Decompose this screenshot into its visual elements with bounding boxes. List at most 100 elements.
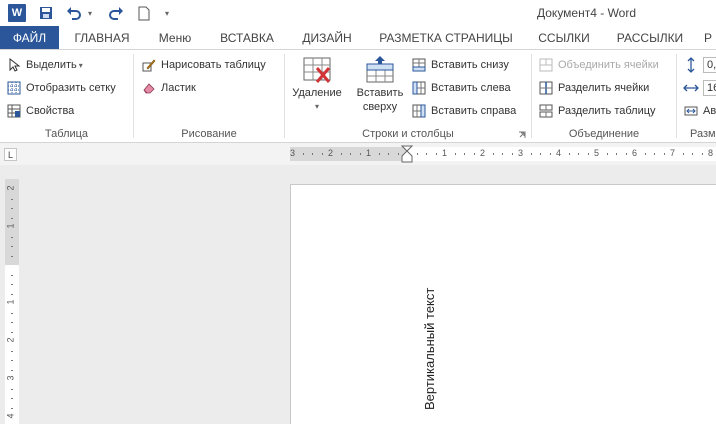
ruler-tick (474, 153, 475, 155)
delete-dropdown-icon: ▾ (314, 102, 319, 111)
tab-references[interactable]: ССЫЛКИ (530, 26, 598, 49)
redo-icon[interactable] (106, 3, 126, 23)
insert-right-button[interactable]: Вставить справа (411, 101, 516, 121)
tab-insert[interactable]: ВСТАВКА (212, 26, 282, 49)
ruler-tick (11, 389, 13, 390)
delete-button[interactable]: Удаление ▾ (289, 54, 345, 114)
group-separator (676, 54, 677, 138)
ruler-bar: L 3 2 1 1 2 3 4 5 6 7 8 (0, 143, 716, 165)
tab-mailings[interactable]: РАССЫЛКИ (608, 26, 692, 49)
cell-height-field[interactable]: 0, (683, 55, 716, 75)
tab-menu[interactable]: Меню (148, 26, 202, 49)
merge-cells-button[interactable]: Объединить ячейки (538, 55, 659, 75)
cell-width-field[interactable]: 16 (683, 78, 716, 98)
ribbon-tabs: ФАЙЛ ГЛАВНАЯ Меню ВСТАВКА ДИЗАЙН РАЗМЕТК… (0, 26, 716, 49)
draw-table-label: Нарисовать таблицу (161, 59, 266, 71)
ruler-tick (578, 153, 579, 155)
autofit-label: Ав (703, 105, 716, 117)
ruler-tick (341, 153, 342, 155)
cell-width-value[interactable]: 16 (703, 80, 716, 96)
ruler-tick (493, 153, 494, 155)
tab-file[interactable]: ФАЙЛ (0, 26, 59, 49)
ruler-tick (683, 153, 684, 155)
view-gridlines-label: Отобразить сетку (26, 82, 116, 94)
ruler-number: 2 (480, 148, 486, 158)
insert-below-button[interactable]: Вставить снизу (411, 55, 509, 75)
properties-button[interactable]: Свойства (6, 101, 74, 121)
title-bar: W ▾ ▾ Документ4 - Word (0, 0, 716, 26)
draw-table-button[interactable]: Нарисовать таблицу (141, 55, 266, 75)
ruler-tick (11, 246, 13, 247)
word-logo-icon: W (8, 4, 26, 22)
ruler-tick (303, 153, 304, 155)
ruler-tick (607, 153, 608, 155)
ruler-tick (455, 153, 456, 155)
split-cells-icon (538, 80, 554, 96)
customize-qat-icon[interactable]: ▾ (160, 3, 174, 23)
insert-row-above-icon (364, 54, 396, 86)
horizontal-ruler[interactable]: 3 2 1 1 2 3 4 5 6 7 8 (290, 145, 716, 163)
ruler-tick (11, 408, 13, 409)
insert-left-button[interactable]: Вставить слева (411, 78, 511, 98)
group-separator (284, 54, 285, 138)
insert-below-label: Вставить снизу (431, 59, 509, 71)
select-button[interactable]: Выделить ▾ (6, 55, 83, 75)
eraser-button[interactable]: Ластик (141, 78, 196, 98)
document-page[interactable] (290, 184, 716, 424)
ruler-tick (11, 313, 13, 314)
insert-column-left-icon (411, 80, 427, 96)
ruler-number: 4 (556, 148, 562, 158)
ruler-number: 7 (670, 148, 676, 158)
new-document-icon[interactable] (135, 3, 153, 23)
tab-design[interactable]: ДИЗАЙН (292, 26, 362, 49)
dialog-launcher-icon[interactable] (518, 130, 526, 138)
insert-right-label: Вставить справа (431, 105, 517, 117)
ruler-tick (464, 153, 465, 155)
undo-icon[interactable] (64, 3, 84, 23)
table-delete-icon (301, 54, 333, 86)
ruler-tick (11, 398, 13, 399)
ruler-tick (645, 153, 646, 155)
ruler-tick (11, 360, 13, 361)
insert-row-below-icon (411, 57, 427, 73)
table-properties-icon (6, 103, 22, 119)
cursor-arrow-icon (6, 57, 22, 73)
split-cells-label: Разделить ячейки (558, 82, 650, 94)
select-dropdown-icon: ▾ (78, 60, 83, 70)
ruler-tick (550, 153, 551, 155)
tab-home[interactable]: ГЛАВНАЯ (66, 26, 138, 49)
ruler-number: 1 (5, 223, 16, 229)
group-separator (531, 54, 532, 138)
autofit-button[interactable]: Ав (683, 101, 716, 121)
tab-selector[interactable]: L (4, 148, 17, 161)
vertical-text[interactable]: Вертикальный текст (422, 288, 437, 410)
cell-height-value[interactable]: 0, (703, 57, 716, 73)
ruler-tick (664, 153, 665, 155)
group-label-table: Таблица (44, 128, 89, 140)
delete-label: Удаление (292, 87, 342, 99)
save-icon[interactable] (36, 3, 56, 23)
group-separator (133, 54, 134, 138)
ruler-number: 4 (5, 413, 16, 419)
insert-left-label: Вставить слева (431, 82, 511, 94)
split-table-label: Разделить таблицу (558, 105, 656, 117)
undo-dropdown-icon[interactable]: ▾ (85, 3, 95, 23)
properties-label: Свойства (26, 105, 75, 117)
vertical-ruler[interactable]: 2 1 1 2 3 4 (5, 179, 19, 424)
ruler-tick (11, 351, 13, 352)
autofit-icon (683, 103, 699, 119)
tab-page-layout[interactable]: РАЗМЕТКА СТРАНИЦЫ (372, 26, 520, 49)
pencil-icon (141, 57, 157, 73)
select-label: Выделить (26, 59, 77, 71)
insert-above-button[interactable]: Вставить сверху (352, 54, 408, 114)
ruler-tick (502, 153, 503, 155)
split-cells-button[interactable]: Разделить ячейки (538, 78, 649, 98)
view-gridlines-button[interactable]: Отобразить сетку (6, 78, 116, 98)
split-table-icon (538, 103, 554, 119)
split-table-button[interactable]: Разделить таблицу (538, 101, 656, 121)
indent-marker-icon[interactable] (400, 145, 414, 163)
ruler-tick (626, 153, 627, 155)
tab-review[interactable]: Р (700, 26, 716, 49)
ruler-number: 1 (5, 299, 16, 305)
row-height-icon (683, 57, 699, 73)
